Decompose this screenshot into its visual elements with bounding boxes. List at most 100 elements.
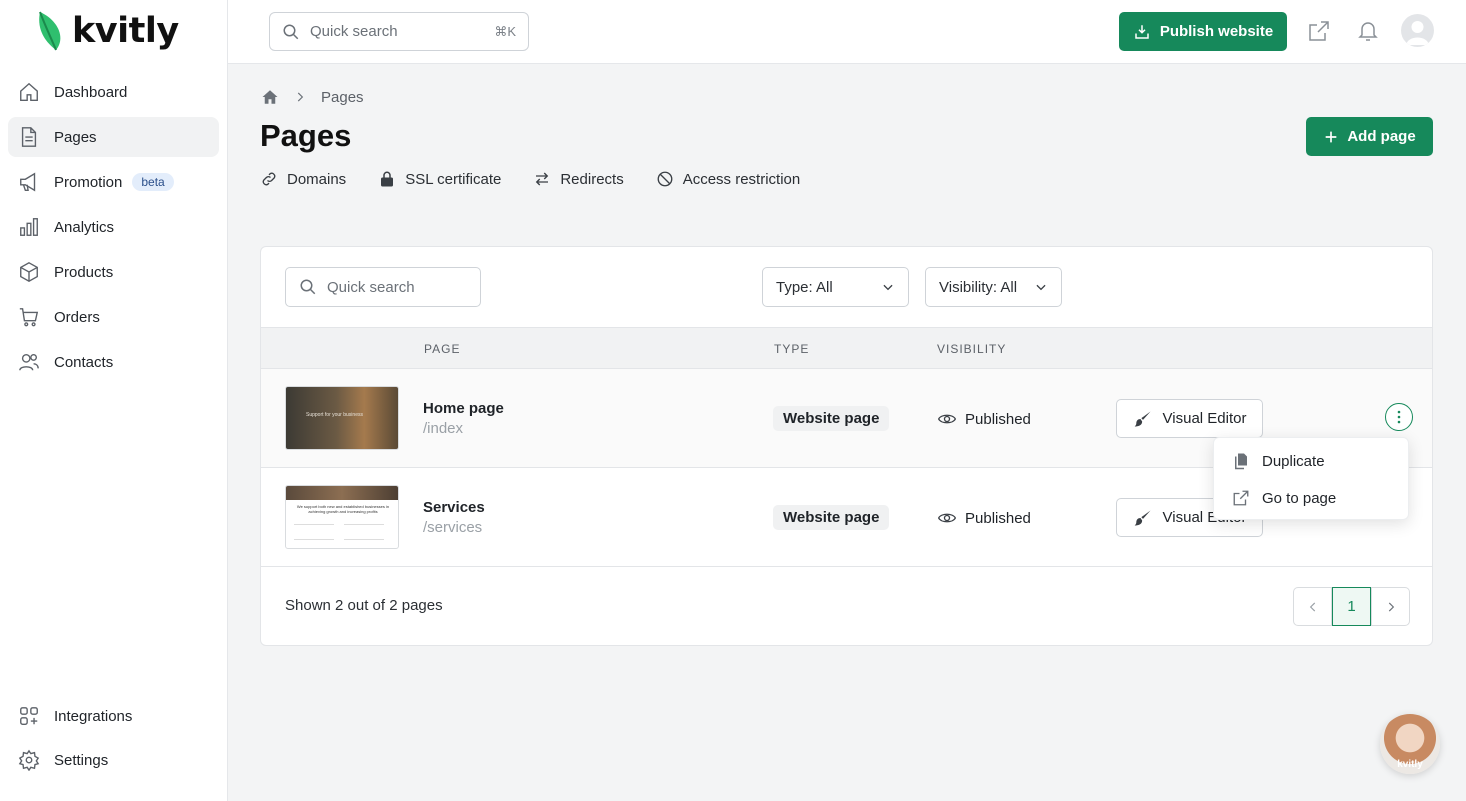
page-thumbnail[interactable]: Support for your business — [285, 386, 399, 450]
user-avatar[interactable] — [1401, 14, 1434, 47]
chevron-left-icon — [1309, 602, 1315, 611]
visibility-status: Published — [937, 508, 1031, 528]
subnav-label: Access restriction — [682, 170, 801, 188]
support-widget-label: kvitly — [1397, 759, 1423, 770]
table-header: PAGE TYPE VISIBILITY — [261, 327, 1432, 369]
breadcrumb: Pages — [261, 88, 364, 106]
visibility-label: Published — [965, 410, 1031, 428]
cart-icon — [19, 308, 39, 327]
sidebar-item-promotion[interactable]: Promotion beta — [8, 162, 219, 202]
column-header-type: TYPE — [774, 342, 810, 356]
arrows-swap-icon — [536, 172, 549, 186]
search-icon — [300, 279, 316, 295]
visibility-filter-value: Visibility: All — [939, 278, 1018, 296]
type-filter-value: Type: All — [776, 278, 833, 296]
table-search-input[interactable]: Quick search — [285, 267, 481, 307]
user-icon — [1406, 21, 1429, 45]
subnav-domains[interactable]: Domains — [260, 170, 346, 188]
external-link-icon[interactable] — [1307, 19, 1331, 43]
block-icon — [657, 171, 673, 187]
page-name[interactable]: Services — [423, 499, 485, 516]
visibility-label: Published — [965, 509, 1031, 527]
column-header-page: PAGE — [424, 342, 461, 356]
page-type-badge: Website page — [773, 505, 890, 530]
bar-chart-icon — [20, 218, 38, 236]
home-icon[interactable] — [261, 88, 279, 106]
chevron-right-icon — [1388, 602, 1394, 611]
page-name[interactable]: Home page — [423, 400, 504, 417]
page-number-button[interactable]: 1 — [1332, 587, 1371, 626]
topbar: Quick search ⌘K Publish website — [228, 0, 1466, 64]
bell-icon[interactable] — [1356, 19, 1380, 43]
column-header-visibility: VISIBILITY — [937, 342, 1007, 356]
sidebar-item-analytics[interactable]: Analytics — [8, 207, 219, 247]
eye-icon — [937, 513, 957, 523]
gear-icon — [18, 749, 40, 771]
sidebar-item-pages[interactable]: Pages — [8, 117, 219, 157]
thumbnail-caption: Support for your business — [306, 412, 363, 418]
sidebar: kvitly Dashboard Pages Promotion beta An… — [0, 0, 228, 801]
leaf-icon — [39, 11, 61, 51]
eye-icon — [937, 414, 957, 424]
page-path: /services — [423, 519, 483, 536]
sidebar-item-orders[interactable]: Orders — [8, 297, 219, 337]
more-vertical-icon — [1397, 410, 1401, 424]
support-chat-widget[interactable]: kvitly — [1380, 714, 1440, 774]
sidebar-item-label: Pages — [54, 128, 97, 146]
sidebar-item-settings[interactable]: Settings — [8, 740, 219, 780]
beta-badge: beta — [132, 173, 174, 191]
sidebar-item-label: Settings — [54, 751, 109, 769]
users-icon — [19, 353, 39, 371]
page-path: /index — [423, 420, 464, 437]
brush-icon — [1134, 411, 1151, 426]
prev-page-button[interactable] — [1293, 587, 1332, 626]
page-settings-nav: Domains SSL certificate Redirects Access… — [260, 170, 800, 188]
chevron-down-icon — [1036, 284, 1046, 291]
sidebar-item-label: Orders — [54, 308, 100, 326]
brush-icon — [1134, 510, 1151, 525]
shortcut-hint: ⌘K — [494, 23, 516, 39]
next-page-button[interactable] — [1371, 587, 1410, 626]
sidebar-item-contacts[interactable]: Contacts — [8, 342, 219, 382]
publish-website-button[interactable]: Publish website — [1119, 12, 1287, 51]
plus-icon — [1325, 131, 1337, 142]
global-search-input[interactable]: Quick search ⌘K — [269, 12, 529, 51]
subnav-label: Domains — [287, 170, 347, 188]
brand-logo[interactable]: kvitly — [36, 10, 179, 52]
page-type-badge: Website page — [773, 406, 890, 431]
subnav-redirects[interactable]: Redirects — [533, 170, 624, 188]
results-summary: Shown 2 out of 2 pages — [285, 597, 443, 614]
breadcrumb-current: Pages — [321, 88, 364, 106]
row-actions-button[interactable] — [1385, 403, 1413, 431]
sidebar-item-label: Analytics — [54, 218, 115, 236]
external-link-icon — [1233, 490, 1249, 506]
home-icon — [20, 82, 38, 101]
thumbnail-caption: We support both new and established busi… — [296, 504, 390, 514]
sidebar-item-label: Promotion — [54, 173, 123, 191]
subnav-access-restriction[interactable]: Access restriction — [656, 170, 801, 188]
menu-item-label: Go to page — [1262, 489, 1337, 507]
row-actions-menu: Duplicate Go to page — [1213, 437, 1409, 520]
sidebar-item-integrations[interactable]: Integrations — [8, 696, 219, 736]
visual-editor-label: Visual Editor — [1162, 410, 1247, 427]
publish-label: Publish website — [1159, 23, 1274, 40]
document-icon — [21, 127, 37, 147]
menu-item-go-to-page[interactable]: Go to page — [1232, 489, 1336, 507]
add-page-button[interactable]: Add page — [1306, 117, 1433, 156]
chevron-down-icon — [883, 284, 893, 291]
sidebar-item-products[interactable]: Products — [8, 252, 219, 292]
integrations-icon — [20, 707, 38, 725]
visual-editor-button[interactable]: Visual Editor — [1116, 399, 1263, 438]
copy-icon — [1235, 453, 1247, 470]
subnav-label: SSL certificate — [405, 170, 502, 188]
subnav-ssl[interactable]: SSL certificate — [378, 170, 501, 188]
megaphone-icon — [20, 172, 36, 192]
link-icon — [262, 172, 276, 186]
menu-item-duplicate[interactable]: Duplicate — [1232, 452, 1325, 470]
visibility-status: Published — [937, 409, 1031, 429]
page-thumbnail[interactable]: We support both new and established busi… — [285, 485, 399, 549]
visibility-filter-select[interactable]: Visibility: All — [925, 267, 1062, 307]
type-filter-select[interactable]: Type: All — [762, 267, 909, 307]
brand-name: kvitly — [72, 11, 179, 51]
sidebar-item-dashboard[interactable]: Dashboard — [8, 72, 219, 112]
